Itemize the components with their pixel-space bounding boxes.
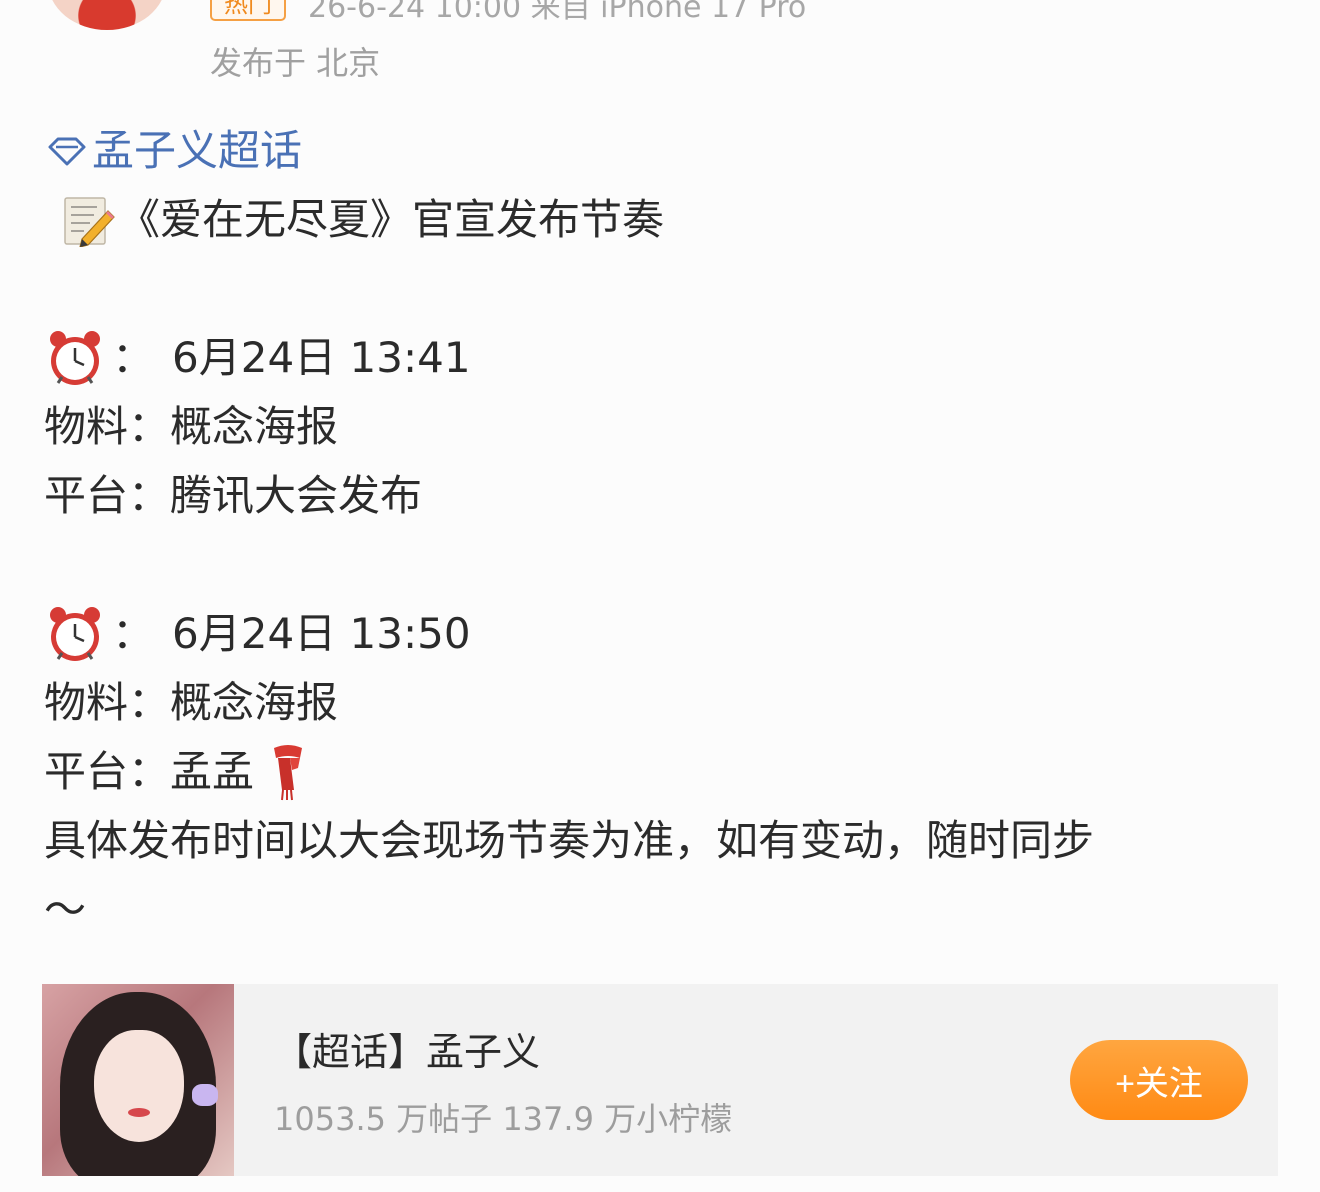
follow-button[interactable]: +关注	[1070, 1040, 1248, 1120]
schedule-1-material: 物料： 概念海报	[44, 392, 1284, 461]
supertopic-label: 孟子义超话	[92, 126, 303, 175]
material-value: 概念海报	[170, 678, 339, 727]
author-avatar[interactable]	[48, 0, 166, 30]
platform-value: 腾讯大会发布	[170, 471, 423, 520]
schedule-2-time: ： 6月24日 13:50	[44, 599, 1284, 668]
release-time: 6月24日 13:41	[172, 333, 471, 382]
headline-line: 《爱在无尽夏》官宣发布节奏	[44, 185, 1284, 254]
supertopic-card[interactable]: 【超话】孟子义 1053.5 万帖子 137.9 万小柠檬 +关注	[42, 984, 1278, 1176]
supertopic-stats: 1053.5 万帖子 137.9 万小柠檬	[274, 1099, 733, 1138]
schedule-1-platform: 平台： 腾讯大会发布	[44, 461, 1284, 530]
post-location: 发布于 北京	[210, 44, 381, 82]
post-headline: 《爱在无尽夏》官宣发布节奏	[118, 195, 665, 244]
platform-label: 平台：	[44, 471, 171, 520]
supertopic-title: 【超话】孟子义	[274, 1029, 541, 1074]
release-time: 6月24日 13:50	[172, 609, 471, 658]
hot-badge: 热门	[210, 0, 286, 21]
memo-icon	[64, 196, 115, 247]
supertopic-cover-image	[42, 984, 234, 1176]
post-meta: 热门 26-6-24 10:00 来自 iPhone 17 Pro	[210, 0, 806, 25]
alarm-clock-icon	[50, 606, 100, 661]
release-note-tilde: ～	[44, 885, 87, 934]
release-note: 具体发布时间以大会现场节奏为准，如有变动，随时同步	[44, 816, 1095, 865]
topic-line: 孟子义超话	[44, 116, 1284, 185]
schedule-1-time: ： 6月24日 13:41	[44, 323, 1284, 392]
supertopic-link[interactable]: 孟子义超话	[44, 116, 302, 185]
time-separator: ：	[112, 333, 155, 382]
alarm-clock-icon	[50, 330, 100, 385]
schedule-2-material: 物料： 概念海报	[44, 668, 1284, 737]
weibo-post-page: 热门 26-6-24 10:00 来自 iPhone 17 Pro 发布于 北京…	[0, 0, 1320, 1192]
scarf-icon	[274, 744, 303, 800]
post-time-device: 26-6-24 10:00 来自 iPhone 17 Pro	[308, 0, 807, 25]
supertopic-info: 【超话】孟子义 1053.5 万帖子 137.9 万小柠檬	[274, 1021, 1070, 1140]
time-separator: ：	[112, 609, 155, 658]
post-content: 孟子义超话 《爱在无尽夏》官宣发布节奏 ： 6月24日 13:41 物料： 概念…	[44, 116, 1284, 944]
schedule-2-platform: 平台： 孟孟	[44, 737, 1284, 806]
material-label: 物料：	[44, 678, 171, 727]
material-value: 概念海报	[170, 402, 339, 451]
platform-value: 孟孟	[170, 747, 255, 796]
diamond-icon	[48, 137, 86, 165]
material-label: 物料：	[44, 402, 171, 451]
platform-label: 平台：	[44, 747, 171, 796]
